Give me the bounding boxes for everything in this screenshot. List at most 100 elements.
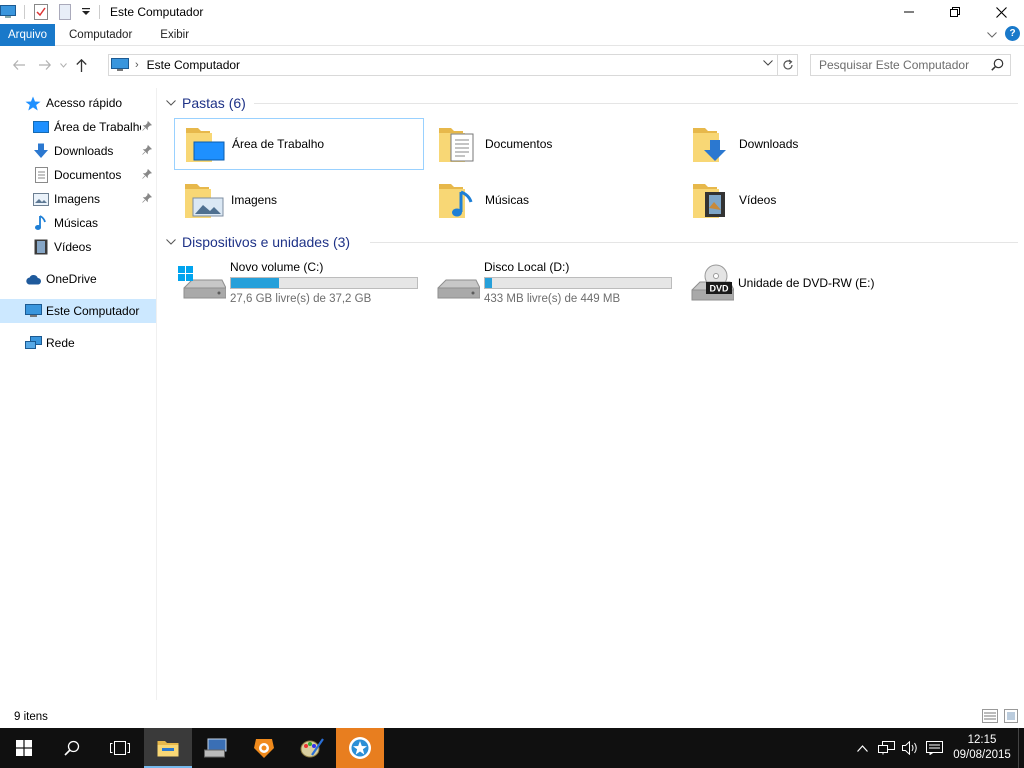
quick-access-toolbar <box>0 0 108 24</box>
show-desktop-button[interactable] <box>1018 728 1024 768</box>
documents-folder-icon <box>437 122 481 166</box>
group-header-pastas[interactable]: Pastas (6) <box>166 93 246 113</box>
drive-usage-fill <box>231 278 280 288</box>
taskbar-app-orange[interactable] <box>240 728 288 768</box>
drive-tile-c[interactable]: Novo volume (C:) 27,6 GB livre(s) de 37,… <box>174 258 424 308</box>
minimize-button[interactable] <box>886 0 932 24</box>
sidebar-item-acesso-rapido[interactable]: Acesso rápido <box>24 91 154 115</box>
search-button[interactable] <box>48 728 96 768</box>
back-arrow-icon[interactable] <box>8 54 30 76</box>
sidebar-item-documentos[interactable]: Documentos <box>32 163 157 187</box>
system-clock[interactable]: 12:15 09/08/2015 <box>946 733 1018 763</box>
keyboard-icon[interactable] <box>922 728 946 768</box>
pin-icon[interactable] <box>142 192 153 206</box>
sidebar-item-musicas[interactable]: Músicas <box>32 211 157 235</box>
sidebar-item-downloads[interactable]: Downloads <box>32 139 157 163</box>
title-bar: Este Computador <box>0 0 1024 24</box>
separator <box>24 5 25 19</box>
folder-tile-downloads[interactable]: Downloads <box>682 118 932 170</box>
show-hidden-icons-chevron-icon[interactable] <box>850 728 874 768</box>
folder-tile-imagens[interactable]: Imagens <box>174 174 424 226</box>
item-count: 9 itens <box>14 711 48 723</box>
taskbar-app-star[interactable] <box>336 728 384 768</box>
pin-icon[interactable] <box>142 144 153 158</box>
recent-locations-icon[interactable] <box>56 54 70 76</box>
customize-toolbar-icon[interactable] <box>81 4 91 20</box>
details-view-icon[interactable] <box>982 709 998 726</box>
drive-free-space: 433 MB livre(s) de 449 MB <box>484 293 621 305</box>
folder-label: Área de Trabalho <box>232 137 325 151</box>
status-bar: 9 itens <box>0 706 1024 728</box>
refresh-button[interactable] <box>778 54 798 76</box>
windows-drive-icon <box>178 264 227 302</box>
sidebar-item-imagens[interactable]: Imagens <box>32 187 157 211</box>
properties-icon[interactable] <box>33 4 49 20</box>
content-pane: Pastas (6) Área de Trabalho Documentos D… <box>160 88 1024 700</box>
address-bar[interactable]: › Este Computador <box>108 54 778 76</box>
folder-label: Músicas <box>485 193 530 207</box>
expand-ribbon-icon[interactable] <box>987 27 997 41</box>
pin-icon[interactable] <box>142 120 153 134</box>
maximize-button[interactable] <box>932 0 978 24</box>
ribbon-tabs: Arquivo Computador Exibir ? <box>0 23 1024 46</box>
address-dropdown-icon[interactable] <box>763 58 773 69</box>
breadcrumb-chevron-icon[interactable]: › <box>135 59 139 71</box>
taskbar-app-paint[interactable] <box>288 728 336 768</box>
group-divider <box>254 103 1018 104</box>
computer-icon[interactable] <box>0 4 16 20</box>
folder-label: Vídeos <box>739 193 777 207</box>
desktop-folder-icon <box>184 122 228 166</box>
help-button[interactable]: ? <box>1005 26 1020 41</box>
new-folder-icon[interactable] <box>57 4 73 20</box>
download-icon <box>32 143 50 159</box>
document-icon <box>32 167 50 183</box>
sidebar-item-este-computador[interactable]: Este Computador <box>0 299 156 323</box>
drive-tile-e[interactable]: DVD Unidade de DVD-RW (E:) <box>682 258 932 308</box>
sidebar-item-label: Área de Trabalho <box>54 120 141 134</box>
group-title: Dispositivos e unidades (3) <box>182 234 351 250</box>
sidebar-item-area-de-trabalho[interactable]: Área de Trabalho <box>32 115 157 139</box>
taskbar-file-explorer[interactable] <box>144 728 192 768</box>
folder-label: Documentos <box>485 137 553 151</box>
music-icon <box>32 215 50 231</box>
collapse-chevron-icon[interactable] <box>166 98 176 109</box>
taskbar-app-computer[interactable] <box>192 728 240 768</box>
up-arrow-icon[interactable] <box>70 54 92 76</box>
breadcrumb-location[interactable]: Este Computador <box>147 58 240 72</box>
search-icon[interactable] <box>991 58 1004 74</box>
start-button[interactable] <box>0 728 48 768</box>
pin-icon[interactable] <box>142 168 153 182</box>
hard-drive-icon <box>432 264 481 302</box>
search-box[interactable] <box>810 54 1011 76</box>
app-icon <box>254 739 274 758</box>
tab-exibir[interactable]: Exibir <box>146 24 203 46</box>
sidebar-item-label: Músicas <box>54 216 99 230</box>
large-icons-view-icon[interactable] <box>1004 709 1018 726</box>
close-button[interactable] <box>978 0 1024 24</box>
search-input[interactable] <box>819 58 984 72</box>
sidebar-item-rede[interactable]: Rede <box>24 331 154 355</box>
folder-tile-documentos[interactable]: Documentos <box>428 118 678 170</box>
tab-computador[interactable]: Computador <box>55 24 146 46</box>
tab-arquivo[interactable]: Arquivo <box>0 23 55 46</box>
task-view-button[interactable] <box>96 728 144 768</box>
forward-arrow-icon[interactable] <box>34 54 56 76</box>
drive-tile-d[interactable]: Disco Local (D:) 433 MB livre(s) de 449 … <box>428 258 678 308</box>
clock-time: 12:15 <box>967 734 997 746</box>
collapse-chevron-icon[interactable] <box>166 237 176 248</box>
window-title: Este Computador <box>110 5 204 19</box>
taskbar: 12:15 09/08/2015 <box>0 728 1024 768</box>
computer-icon <box>24 303 42 319</box>
separator <box>99 5 100 19</box>
drive-free-space: 27,6 GB livre(s) de 37,2 GB <box>230 293 372 305</box>
system-tray: 12:15 09/08/2015 <box>850 728 1024 768</box>
sidebar-item-videos[interactable]: Vídeos <box>32 235 157 259</box>
sidebar-item-onedrive[interactable]: OneDrive <box>24 267 154 291</box>
folder-tile-videos[interactable]: Vídeos <box>682 174 932 226</box>
folder-tile-musicas[interactable]: Músicas <box>428 174 678 226</box>
group-header-dispositivos[interactable]: Dispositivos e unidades (3) <box>166 232 350 252</box>
clock-date: 09/08/2015 <box>953 749 1011 761</box>
folder-tile-area-de-trabalho[interactable]: Área de Trabalho <box>174 118 424 170</box>
network-tray-icon[interactable] <box>874 728 898 768</box>
volume-icon[interactable] <box>898 728 922 768</box>
